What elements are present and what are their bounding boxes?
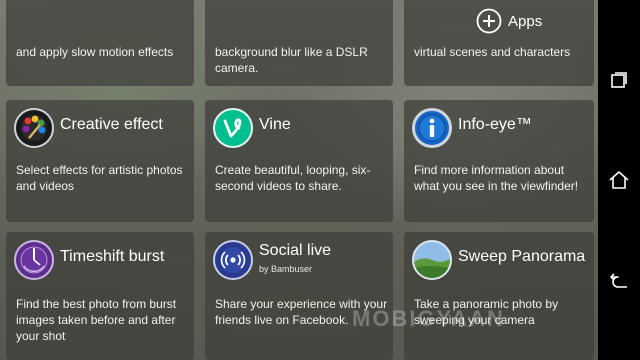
app-title: Timeshift burst [60,248,165,265]
app-title: Social live [259,242,332,259]
app-card-vine[interactable]: Vine Create beautiful, looping, six-seco… [205,100,393,222]
back-button[interactable] [598,262,640,302]
system-navigation-bar [598,0,640,360]
apps-button[interactable]: Apps [476,8,542,34]
watermark: MOBIGYAAN [352,306,505,331]
app-grid: and apply slow motion effects background… [0,0,598,360]
apps-label: Apps [508,12,543,30]
app-description: background blur like a DSLR camera. [215,45,368,75]
app-card-social-live[interactable]: Social live by Bambuser Share your exper… [205,232,393,360]
app-description: Create beautiful, looping, six-second vi… [215,163,371,193]
app-card-info-eye[interactable]: Info-eye™ Find more information about wh… [404,100,594,222]
app-description: and apply slow motion effects [16,45,174,59]
app-description: Select effects for artistic photos and v… [16,163,183,193]
broadcast-icon [213,240,253,280]
app-card-creative-effect[interactable]: Creative effect Select effects for artis… [6,100,194,222]
timeshift-icon [14,240,54,280]
home-button[interactable] [598,160,640,200]
app-card-timeshift-burst[interactable]: Timeshift burst Find the best photo from… [6,232,194,360]
app-card-background-defocus[interactable]: background blur like a DSLR camera. [205,0,393,86]
app-title: Info-eye™ [458,116,532,133]
app-description: virtual scenes and characters [414,45,571,59]
app-description: Find more information about what you see… [414,163,579,193]
app-card-slow-motion[interactable]: and apply slow motion effects [6,0,194,86]
recent-apps-icon [611,72,627,88]
home-icon [609,171,629,189]
info-icon [412,108,452,148]
back-icon [610,273,627,288]
app-card-sweep-panorama[interactable]: Sweep Panorama Take a panoramic photo by… [404,232,594,360]
app-description: Find the best photo from burst images ta… [16,297,177,343]
vine-icon [213,108,253,148]
app-title: Vine [259,116,291,133]
recent-apps-button[interactable] [598,60,640,100]
palette-icon [14,108,54,148]
app-title: Creative effect [60,116,163,133]
app-subtitle: by Bambuser [259,264,313,274]
app-title: Sweep Panorama [458,248,586,265]
add-circle-icon [476,8,502,34]
panorama-icon [412,240,452,280]
